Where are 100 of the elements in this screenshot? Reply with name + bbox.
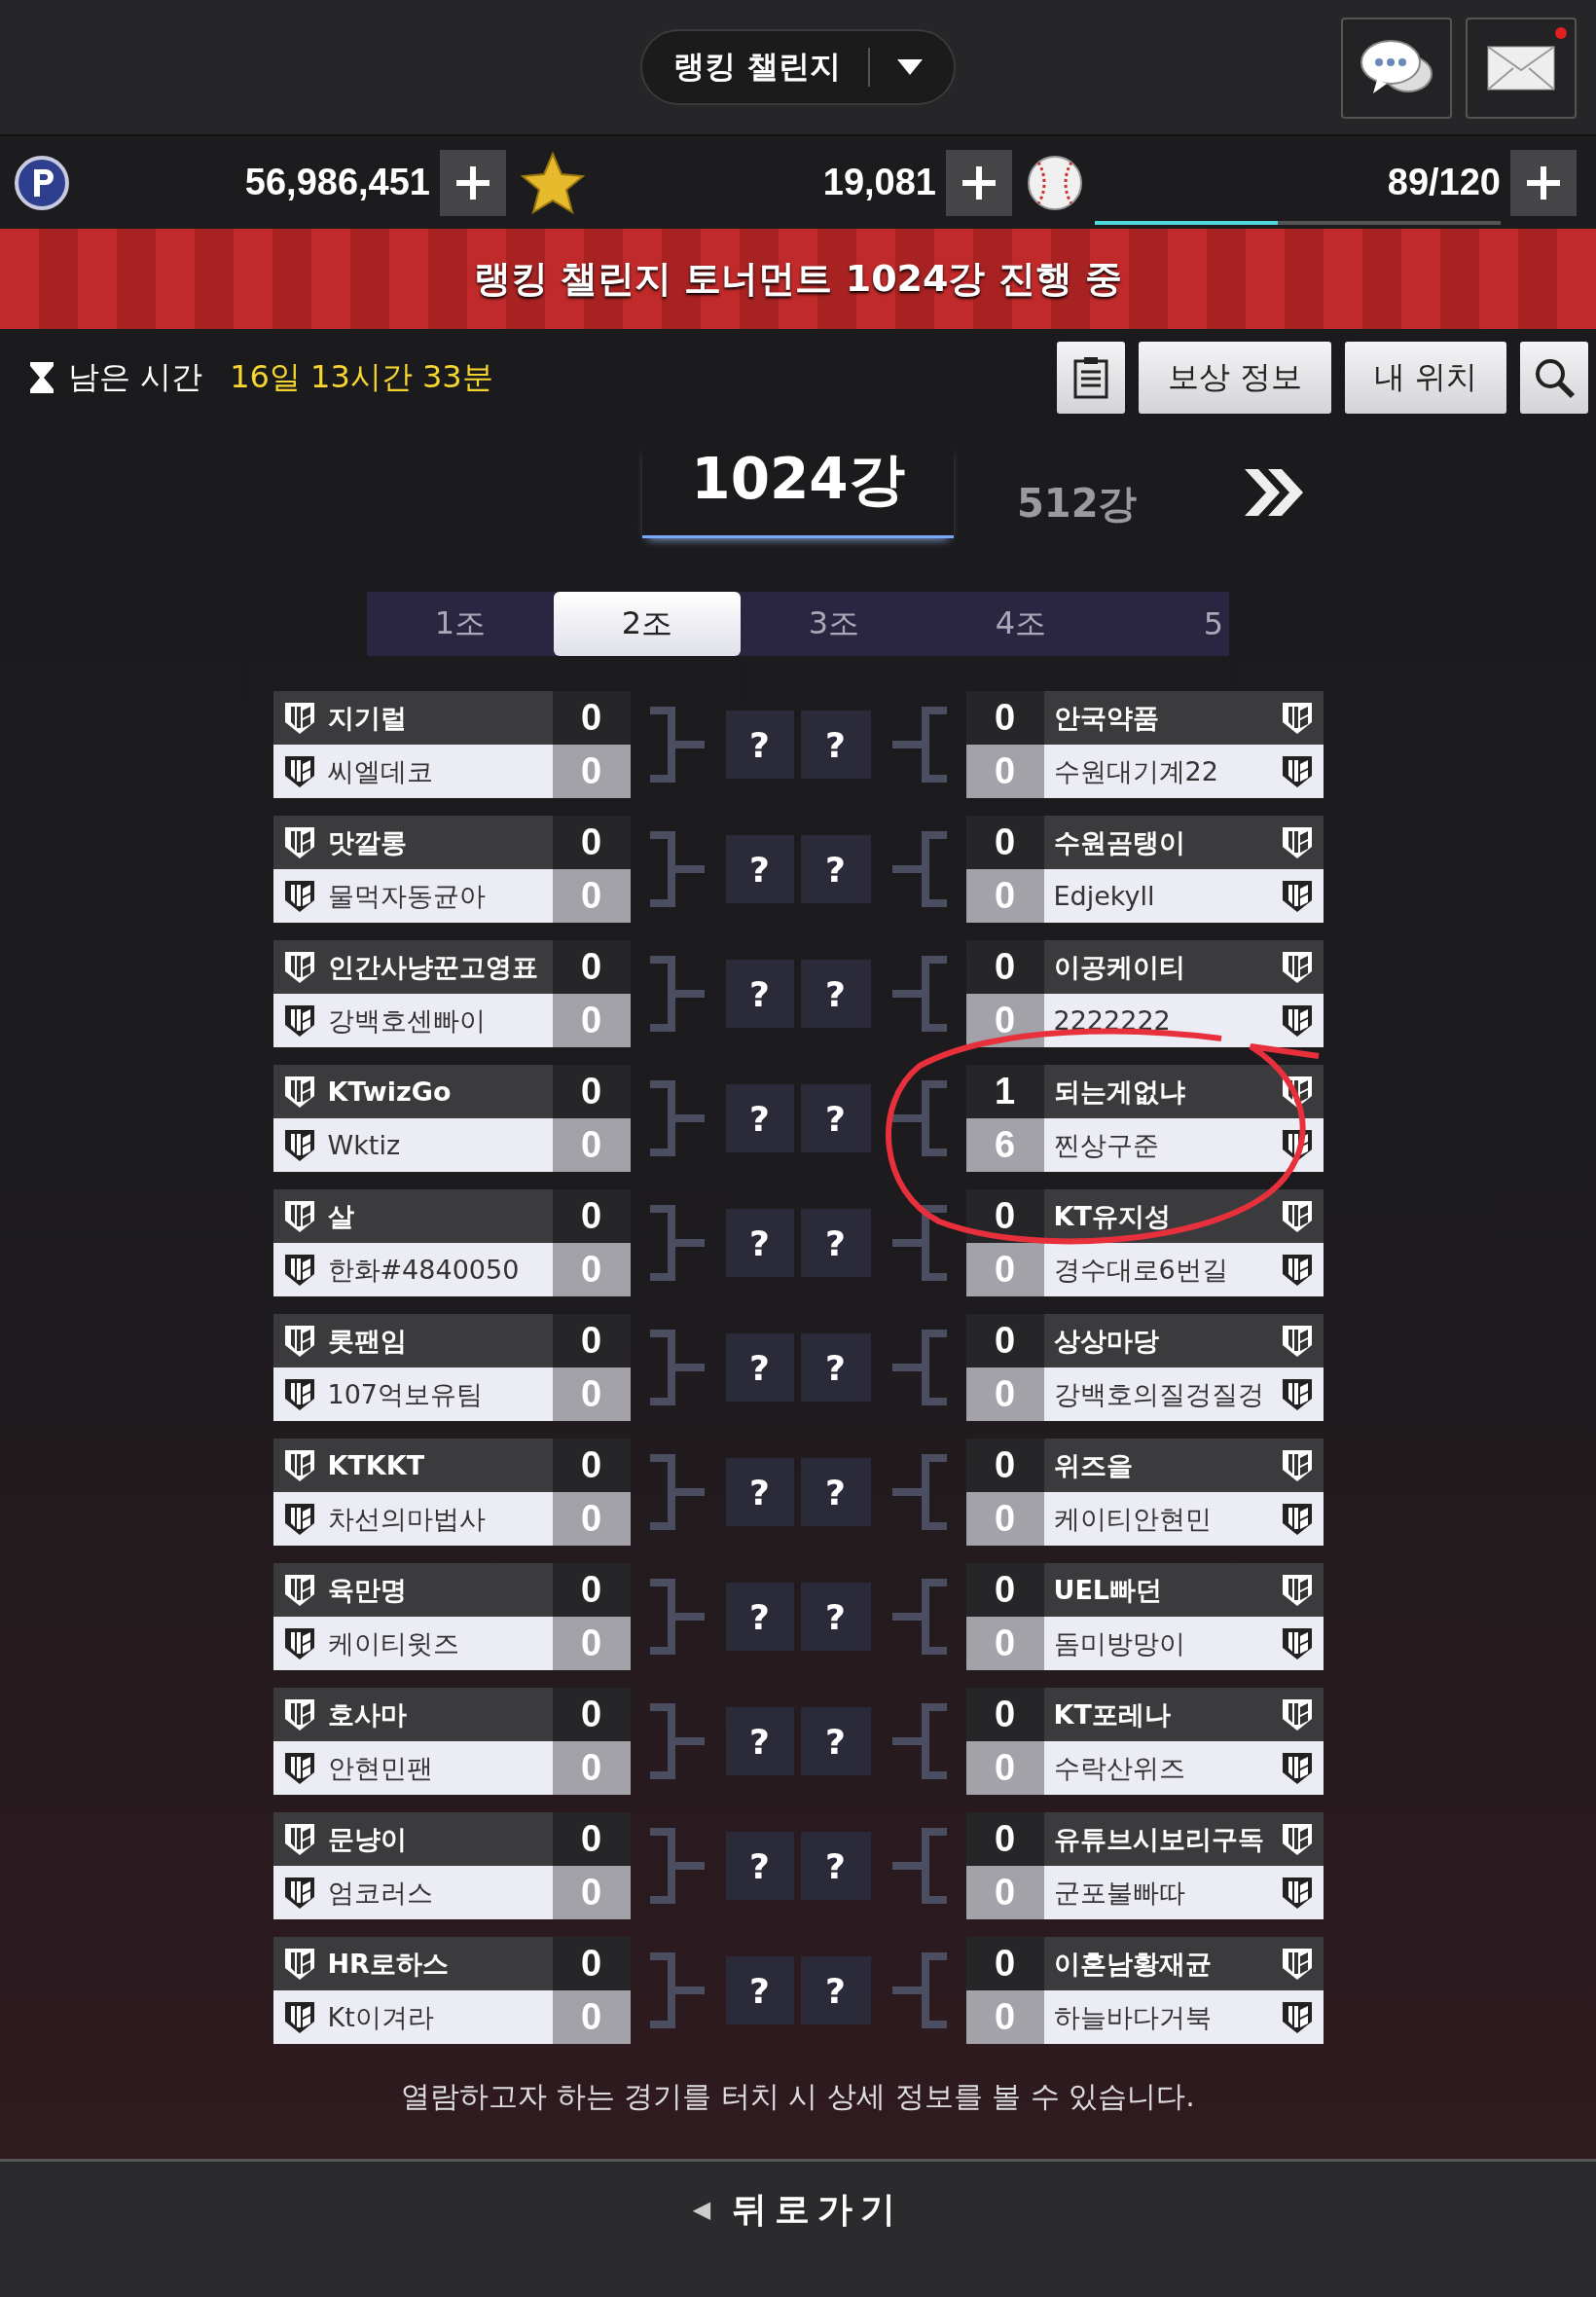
chat-button[interactable] [1341, 18, 1452, 119]
shield-icon [1280, 1572, 1314, 1608]
score: 0 [552, 745, 631, 798]
pending-slot: ? [800, 960, 871, 1028]
action-button[interactable]: 보상 정보 [1138, 342, 1331, 414]
score: 0 [965, 1990, 1044, 2044]
pending-slot: ? [725, 711, 794, 779]
score: 0 [552, 1118, 631, 1172]
score: 0 [965, 1243, 1044, 1296]
shield-icon [1280, 1003, 1314, 1039]
group-tab[interactable]: 3조 [741, 592, 927, 656]
hint-text: 열람하고자 하는 경기를 터치 시 상세 정보를 볼 수 있습니다. [400, 2078, 1196, 2115]
score: 0 [965, 1314, 1044, 1367]
group-tab[interactable]: 5 [1114, 592, 1229, 656]
pending-slot: ? [800, 1707, 871, 1775]
score: 0 [552, 1688, 631, 1741]
shield-icon [1280, 949, 1314, 985]
pending-slot: ? [725, 1209, 794, 1277]
score: 0 [965, 1866, 1044, 1919]
shield-icon [282, 1447, 316, 1483]
shield-icon [282, 1821, 316, 1857]
shield-icon [282, 1127, 316, 1163]
notes-button[interactable] [1056, 342, 1125, 414]
plus-button[interactable] [440, 149, 506, 216]
pending-slot: ? [800, 1458, 871, 1526]
shield-icon [282, 1003, 316, 1039]
score: 0 [965, 745, 1044, 798]
group-tab[interactable]: 2조 [554, 592, 741, 656]
star-icon [521, 151, 585, 214]
score: 0 [965, 691, 1044, 745]
mode-dropdown[interactable]: 랭킹 챌린지 [640, 29, 956, 105]
score: 0 [965, 1937, 1044, 1990]
shield-icon [1280, 1946, 1314, 1982]
score: 0 [965, 869, 1044, 923]
tournament-banner: 랭킹 챌린지 토너먼트 1024강 진행 중 [0, 229, 1596, 329]
shield-icon [1280, 1447, 1314, 1483]
score: 0 [552, 1563, 631, 1617]
pending-slot: ? [725, 1707, 794, 1775]
shield-icon [1280, 1501, 1314, 1537]
shield-icon [1280, 1696, 1314, 1732]
pending-slot: ? [725, 1458, 794, 1526]
pending-slot: ? [725, 835, 794, 903]
shield-icon [1280, 1323, 1314, 1359]
shield-icon [282, 949, 316, 985]
round-tab[interactable]: 1024강 [642, 441, 954, 538]
score: 0 [552, 1990, 631, 2044]
shield-icon [282, 824, 316, 860]
score: 0 [552, 1189, 631, 1243]
shield-icon [282, 1875, 316, 1911]
shield-icon [282, 1074, 316, 1110]
caret-icon [896, 59, 923, 75]
clipboard-icon [1072, 356, 1108, 399]
shield-icon [1280, 1999, 1314, 2035]
shield-icon [282, 1198, 316, 1234]
baseball-icon [1027, 154, 1083, 211]
pending-slot: ? [725, 1956, 794, 2024]
score: 0 [552, 1866, 631, 1919]
shield-icon [282, 1625, 316, 1661]
shield-icon [1280, 1198, 1314, 1234]
shield-icon [282, 700, 316, 736]
round-tab[interactable]: 512강 [1017, 477, 1138, 530]
plus-icon [962, 165, 996, 200]
shield-icon [1280, 1875, 1314, 1911]
shield-icon [1280, 1376, 1314, 1412]
shield-icon [1280, 1750, 1314, 1786]
score: 0 [965, 1741, 1044, 1795]
action-button[interactable]: 내 위치 [1344, 342, 1506, 414]
back-button[interactable]: ◀ 뒤로가기 [686, 2183, 910, 2236]
search-button[interactable] [1520, 342, 1588, 414]
pending-slot: ? [800, 1084, 871, 1152]
score: 0 [552, 1937, 631, 1990]
score: 0 [552, 691, 631, 745]
score: 0 [965, 1688, 1044, 1741]
score: 0 [965, 1617, 1044, 1670]
mail-button[interactable] [1466, 18, 1577, 119]
shield-icon [282, 1750, 316, 1786]
shield-icon [1280, 1252, 1314, 1288]
plus-button[interactable] [1510, 149, 1577, 216]
pending-slot: ? [725, 960, 794, 1028]
shield-icon [282, 1999, 316, 2035]
score: 0 [552, 994, 631, 1047]
shield-icon [282, 753, 316, 789]
score: 0 [552, 1812, 631, 1866]
envelope-icon [1487, 46, 1555, 91]
shield-icon [282, 1946, 316, 1982]
score: 0 [552, 940, 631, 994]
timer-value: 16일 13시간 33분 [230, 357, 494, 397]
score: 0 [965, 1812, 1044, 1866]
pending-slot: ? [800, 1832, 871, 1900]
score: 0 [552, 1741, 631, 1795]
group-tab[interactable]: 4조 [927, 592, 1114, 656]
shield-icon [282, 1376, 316, 1412]
currency-amount: 89/120 [1386, 162, 1501, 203]
shield-icon [1280, 700, 1314, 736]
search-icon [1533, 356, 1576, 399]
timer-label: 남은 시간 [68, 357, 203, 397]
currency-amount: 56,986,451 [243, 162, 430, 203]
group-tab[interactable]: 1조 [367, 592, 554, 656]
plus-button[interactable] [946, 149, 1012, 216]
pending-slot: ? [800, 1956, 871, 2024]
